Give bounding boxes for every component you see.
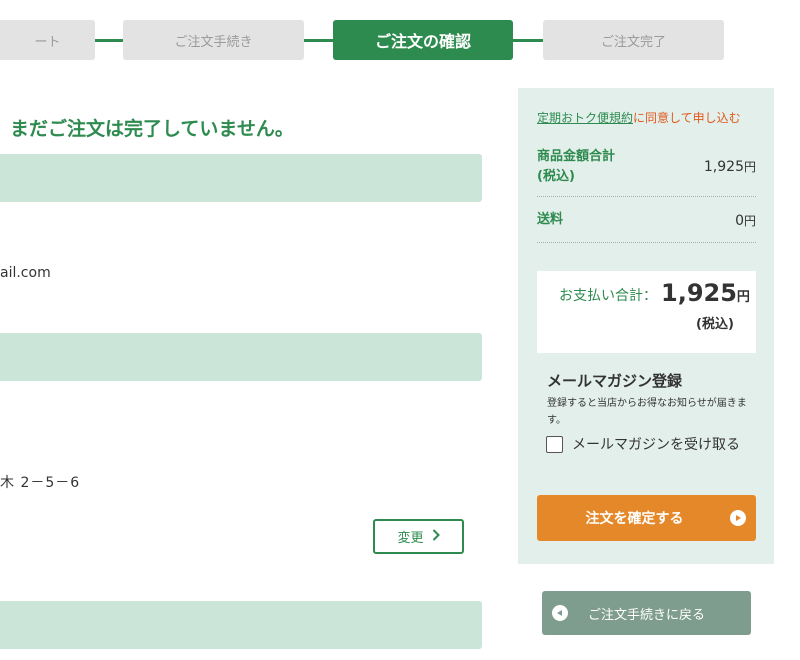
step-cart: ート (0, 20, 95, 60)
shipping-value: 0円 (735, 212, 756, 229)
step-connector (304, 39, 333, 42)
step-label: ご注文完了 (600, 34, 666, 50)
total-tax-note: (税込) (696, 317, 734, 332)
total-amount: 1,925円 (661, 279, 750, 307)
payment-total-box: お支払い合計： 1,925円 (税込) (537, 271, 756, 353)
currency-unit: 円 (736, 290, 750, 305)
shipping-label: 送料 (537, 212, 564, 227)
back-button-label: ご注文手続きに戻る (587, 607, 705, 623)
back-circle-icon (552, 605, 568, 621)
step-label: ご注文手続き (174, 34, 253, 50)
divider (537, 242, 756, 243)
section-header (0, 601, 482, 649)
subtotal-value: 1,925円 (704, 158, 756, 175)
subtotal-label: 商品金額合計 (税込) (537, 149, 616, 184)
subscription-terms-link[interactable]: 定期おトク便規約 (537, 111, 633, 125)
subtotal-amount: 1,925 (703, 159, 744, 175)
step-label: ご注文の確認 (374, 32, 471, 51)
step-order-confirm: ご注文の確認 (333, 20, 513, 60)
currency-unit: 円 (743, 214, 756, 228)
divider (537, 196, 756, 197)
section-header (0, 333, 482, 381)
section-header (0, 154, 482, 202)
total-label: お支払い合計： (559, 288, 657, 304)
customer-email: ail.com (0, 265, 51, 281)
step-order-procedure: ご注文手続き (123, 20, 304, 60)
change-button[interactable]: 変更 (373, 519, 464, 554)
step-label: ート (34, 34, 61, 50)
shipping-amount: 0 (735, 213, 744, 229)
subscription-agreement: 定期おトク便規約に同意して申し込む (537, 109, 741, 126)
mail-magazine-title: メールマガジン登録 (547, 372, 683, 390)
order-incomplete-notice: まだご注文は完了していません。 (10, 118, 294, 140)
shipping-address: 木 2－5－6 (0, 475, 81, 491)
change-button-label: 変更 (397, 531, 424, 546)
step-connector (513, 39, 543, 42)
chevron-right-icon (432, 528, 440, 545)
play-circle-icon (730, 510, 746, 526)
order-summary-panel: 定期おトク便規約に同意して申し込む 商品金額合計 (税込) 1,925円 送料 … (518, 88, 774, 564)
currency-unit: 円 (743, 160, 756, 174)
step-order-complete: ご注文完了 (543, 20, 724, 60)
step-connector (95, 39, 123, 42)
mail-magazine-checkbox[interactable] (546, 436, 563, 453)
mail-magazine-checkbox-label[interactable]: メールマガジンを受け取る (547, 433, 747, 457)
mail-magazine-description: 登録すると当店からお得なお知らせが届きます。 (547, 398, 747, 426)
confirm-order-button[interactable]: 注文を確定する (537, 495, 756, 541)
back-to-order-procedure-button[interactable]: ご注文手続きに戻る (542, 591, 751, 635)
total-value: 1,925 (661, 279, 737, 307)
agreement-text: に同意して申し込む (633, 111, 741, 125)
confirm-order-label: 注文を確定する (585, 511, 684, 527)
